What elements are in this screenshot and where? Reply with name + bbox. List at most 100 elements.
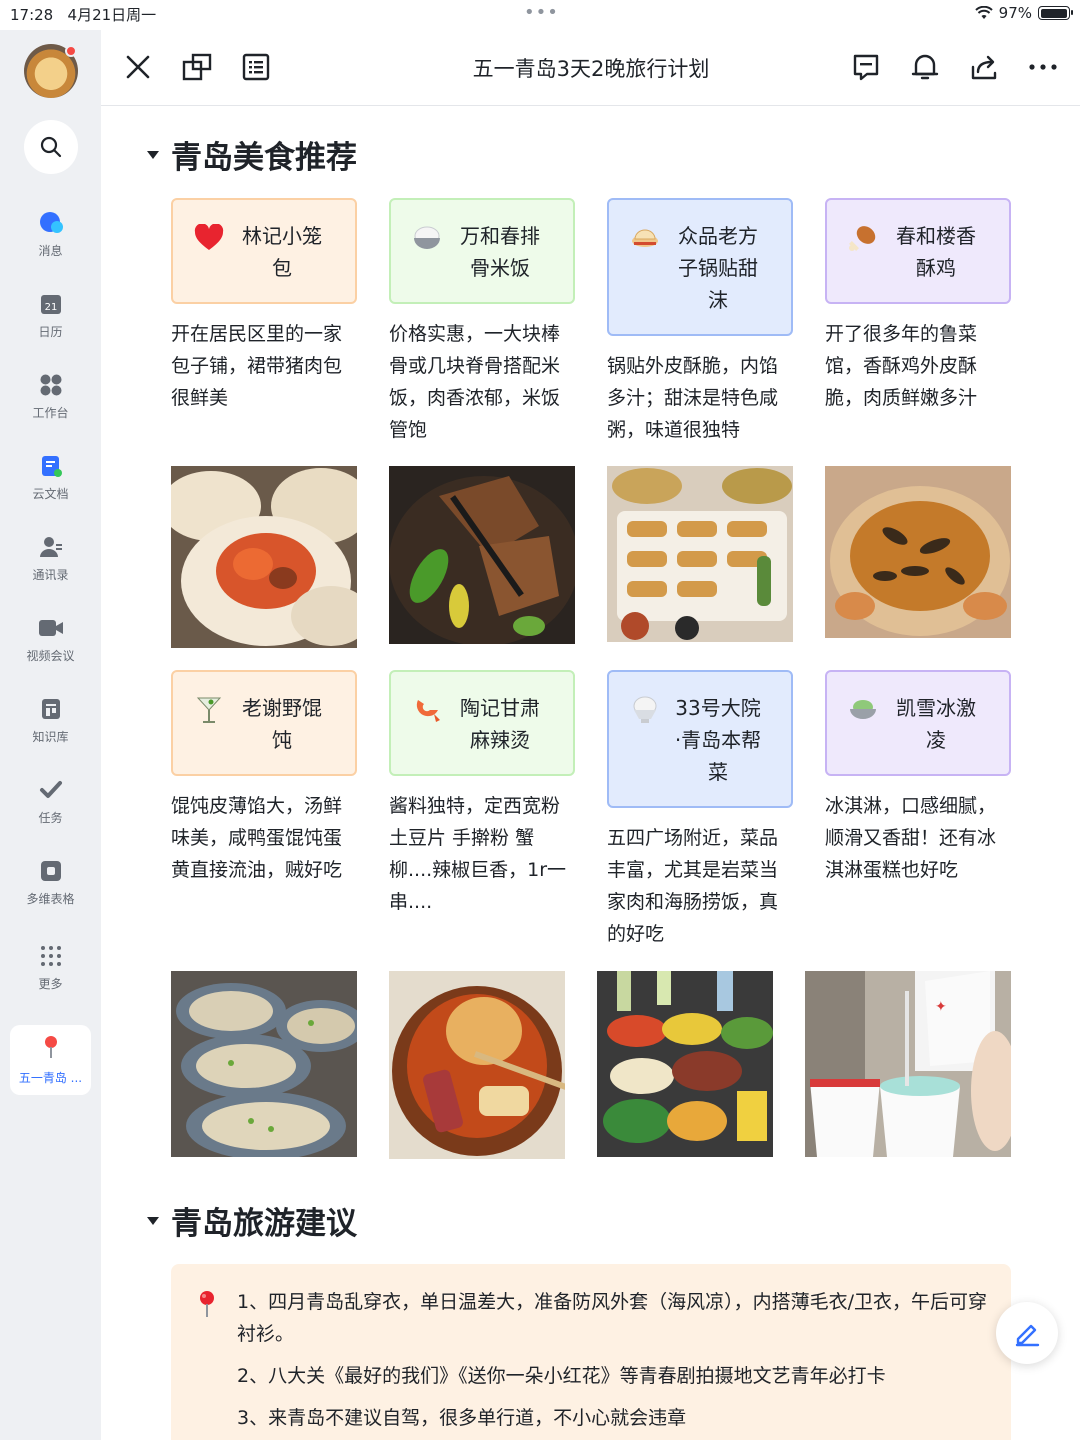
status-time: 17:28 4月21日周一 xyxy=(10,4,156,25)
food-name-line: 凯雪冰激 xyxy=(896,696,976,720)
food-description: 酱料独特，定西宽粉 土豆片 手擀粉 蟹柳....辣椒巨香，1r一串.... xyxy=(389,795,567,913)
malatang-photo[interactable] xyxy=(389,971,565,1159)
food-description: 冰淇淋，口感细腻，顺滑又香甜！还有冰淇淋蛋糕也好吃 xyxy=(825,795,997,881)
heart-icon xyxy=(193,222,225,254)
bell-icon xyxy=(911,54,939,80)
wifi-icon xyxy=(974,6,993,19)
cup-brand-mark: ✦ xyxy=(935,999,947,1015)
avatar[interactable] xyxy=(24,44,78,98)
notifications-button[interactable] xyxy=(908,50,942,84)
food-name-line: 林记小笼 xyxy=(242,224,322,248)
food-name-line: 沫 xyxy=(708,288,728,312)
sidebar-item-workbench[interactable]: 工作台 xyxy=(0,364,101,434)
food-card[interactable]: 凯雪冰激凌 xyxy=(825,670,1011,776)
share-button[interactable] xyxy=(967,50,1001,84)
food-card[interactable]: 33号大院 ·青岛本帮菜 xyxy=(607,670,793,808)
more-options-button[interactable] xyxy=(1026,50,1060,84)
battery-icon xyxy=(1038,6,1073,20)
sidebar-item-contacts[interactable]: 通讯录 xyxy=(0,526,101,596)
ice-cream-cups-photo[interactable]: ✦ xyxy=(805,971,1011,1157)
collapse-toggle-icon[interactable] xyxy=(147,150,159,159)
food-description: 锅贴外皮酥脆，内馅多汁；甜沫是特色咸粥，味道很独特 xyxy=(607,355,779,441)
food-name-line: 老谢野馄 xyxy=(242,696,322,720)
pencil-icon xyxy=(1015,1324,1040,1347)
pushpin-icon xyxy=(197,1290,217,1322)
cocktail-icon xyxy=(193,694,225,726)
sidebar-item-cloud-docs[interactable]: 云文档 xyxy=(0,445,101,515)
travel-tip: 1、四月青岛乱穿衣，单日温差大，准备防风外套（海风凉），内搭薄毛衣/卫衣，午后可… xyxy=(237,1291,987,1345)
food-card-name: 陶记甘肃 麻辣烫 xyxy=(443,692,565,756)
sidebar-item-label: 通讯录 xyxy=(32,568,69,582)
food-card[interactable]: 林记小笼包 xyxy=(171,198,357,304)
food-card-name: 33号大院 ·青岛本帮菜 xyxy=(661,692,783,788)
edit-button[interactable] xyxy=(996,1302,1058,1364)
steamed-buns-photo[interactable] xyxy=(171,466,357,648)
sidebar-item-tasks[interactable]: 任务 xyxy=(0,769,101,839)
section-heading-food[interactable]: 青岛美食推荐 xyxy=(147,132,357,177)
sidebar-item-more[interactable]: 更多 xyxy=(0,935,101,1005)
sidebar-item-label: 工作台 xyxy=(32,406,69,420)
wonton-photo[interactable] xyxy=(171,971,357,1157)
close-button[interactable] xyxy=(121,50,155,84)
sidebar-item-base[interactable]: 多维表格 xyxy=(0,850,101,920)
task-icon xyxy=(38,777,64,803)
crispy-chicken-photo[interactable] xyxy=(825,466,1011,638)
travel-tip: 3、来青岛不建议自驾，很多单行道，不小心就会违章 xyxy=(237,1407,687,1429)
braised-ribs-photo[interactable] xyxy=(389,466,575,644)
clock: 17:28 xyxy=(10,6,54,24)
comment-icon xyxy=(853,54,879,81)
doc-title: 五一青岛3天2晚旅行计划 xyxy=(472,57,710,81)
contacts-icon xyxy=(38,534,64,560)
food-name-line: ·青岛本帮 xyxy=(674,728,762,752)
food-card[interactable]: 老谢野馄饨 xyxy=(171,670,357,776)
sidebar-item-wiki[interactable]: 知识库 xyxy=(0,688,101,758)
food-card-name: 众品老方 子锅贴甜沫 xyxy=(661,220,783,316)
collapse-toggle-icon[interactable] xyxy=(147,1216,159,1225)
food-card[interactable]: 众品老方 子锅贴甜沫 xyxy=(607,198,793,336)
workbench-icon xyxy=(38,372,64,398)
sidebar-item-active-doc[interactable]: 五一青岛 ... xyxy=(10,1025,91,1095)
food-card[interactable]: 春和楼香 酥鸡 xyxy=(825,198,1011,304)
food-name-line: 饨 xyxy=(272,728,292,752)
sidebar-item-label: 日历 xyxy=(38,325,63,339)
wiki-icon xyxy=(38,696,64,722)
outline-button[interactable] xyxy=(239,50,273,84)
shrimp-icon xyxy=(411,694,443,726)
doc-content[interactable]: 青岛美食推荐 林记小笼包 万和春排 骨米饭 众品老方 子锅贴甜沫 春和楼香 酥鸡 开在… xyxy=(101,106,1080,1440)
food-description: 价格实惠，一大块棒骨或几块脊骨搭配米饭，肉香浓郁，米饭管饱 xyxy=(389,323,561,441)
sidebar-item-label: 更多 xyxy=(38,977,63,991)
sidebar-item-label: 云文档 xyxy=(32,487,69,501)
comments-button[interactable] xyxy=(849,50,883,84)
food-card[interactable]: 万和春排 骨米饭 xyxy=(389,198,575,304)
food-card[interactable]: 陶记甘肃 麻辣烫 xyxy=(389,670,575,776)
drumstick-icon xyxy=(847,222,879,254)
date: 4月21日周一 xyxy=(67,6,157,24)
seafood-feast-photo[interactable] xyxy=(597,971,773,1157)
calendar-day: 21 xyxy=(44,302,57,313)
multitask-dots-icon[interactable]: ••• xyxy=(524,2,559,23)
food-description: 开了很多年的鲁菜馆，香酥鸡外皮酥脆，肉质鲜嫩多汁 xyxy=(825,323,978,409)
sidebar-item-calendar[interactable]: 21 日历 xyxy=(0,283,101,353)
battery-fill xyxy=(1040,8,1067,18)
food-name-line: 凌 xyxy=(926,728,946,752)
potstickers-photo[interactable] xyxy=(607,466,793,642)
section-heading-travel[interactable]: 青岛旅游建议 xyxy=(147,1198,357,1243)
food-name-line: 33号大院 xyxy=(675,696,761,720)
travel-tips-callout[interactable]: 1、四月青岛乱穿衣，单日温差大，准备防风外套（海风凉），内搭薄毛衣/卫衣，午后可… xyxy=(171,1264,1011,1440)
food-name-line: 众品老方 xyxy=(678,224,758,248)
sidebar-item-video-meeting[interactable]: 视频会议 xyxy=(0,607,101,677)
food-card-name: 林记小笼包 xyxy=(225,220,347,284)
food-card-name: 春和楼香 酥鸡 xyxy=(879,220,1001,284)
search-button[interactable] xyxy=(24,120,78,174)
more-grid-icon xyxy=(38,943,64,969)
message-icon xyxy=(38,210,64,236)
dumpling-icon xyxy=(629,222,661,254)
section-heading-text: 青岛旅游建议 xyxy=(171,1206,357,1242)
sidebar-item-label: 任务 xyxy=(38,811,63,825)
food-name-line: 子锅贴甜 xyxy=(678,256,758,280)
food-name-line: 骨米饭 xyxy=(470,256,530,280)
sidebar-item-messages[interactable]: 消息 xyxy=(0,202,101,272)
shaved-ice-icon xyxy=(629,694,661,726)
open-in-window-button[interactable] xyxy=(180,50,214,84)
food-card-name: 凯雪冰激凌 xyxy=(879,692,1001,756)
